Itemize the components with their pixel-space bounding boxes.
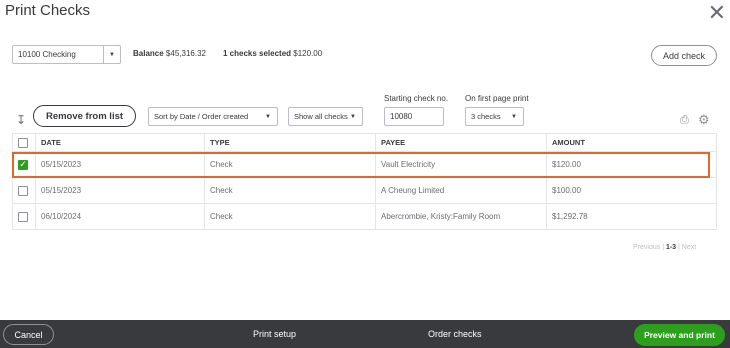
show-checks-dropdown[interactable]: Show all checks ▼ xyxy=(288,107,363,126)
dialog-title: Print Checks xyxy=(5,2,91,19)
selection-summary: 1 checks selected $120.00 xyxy=(223,49,322,58)
starting-check-input[interactable]: 10080 xyxy=(384,107,444,126)
cell-date: 06/10/2024 xyxy=(35,203,205,230)
show-checks-value: Show all checks xyxy=(294,112,348,121)
footer-bar: Cancel Print setup Order checks Preview … xyxy=(0,320,730,348)
cell-amount: $1,292.78 xyxy=(546,203,717,230)
printer-icon[interactable]: ⎙ xyxy=(680,114,689,127)
pager-previous[interactable]: Previous xyxy=(633,244,660,251)
row-checkbox-cell[interactable] xyxy=(12,203,36,230)
balance-summary: Balance $45,316.32 xyxy=(133,49,206,58)
sort-dropdown-value: Sort by Date / Order created xyxy=(154,112,249,121)
chevron-down-icon: ▼ xyxy=(103,46,120,63)
row-checkbox[interactable] xyxy=(18,185,28,196)
order-checks-link[interactable]: Order checks xyxy=(428,329,482,339)
header-amount[interactable]: AMOUNT xyxy=(546,133,717,152)
cell-type: Check xyxy=(204,151,376,178)
select-all-cell[interactable] xyxy=(12,133,36,152)
chevron-down-icon: ▼ xyxy=(511,113,517,120)
select-all-checkbox[interactable] xyxy=(18,137,28,148)
table-row[interactable]: ✓ 05/15/2023 Check Vault Electricity $12… xyxy=(12,151,717,178)
cell-date: 05/15/2023 xyxy=(35,177,205,204)
cancel-button[interactable]: Cancel xyxy=(3,324,54,345)
header-type[interactable]: TYPE xyxy=(204,133,376,152)
gear-icon[interactable]: ⚙ xyxy=(698,112,710,128)
selected-value: $120.00 xyxy=(293,49,323,58)
first-page-label: On first page print xyxy=(465,94,529,103)
cell-payee: Abercrombie, Kristy:Family Room xyxy=(375,203,547,230)
first-page-count-value: 3 checks xyxy=(471,112,501,121)
add-check-button[interactable]: Add check xyxy=(651,45,717,66)
pager-range: 1-3 xyxy=(665,244,677,251)
cell-amount: $100.00 xyxy=(546,177,717,204)
table-row[interactable]: 05/15/2023 Check A Cheung Limited $100.0… xyxy=(12,177,717,204)
cell-date: 05/15/2023 xyxy=(35,151,205,178)
cell-payee: Vault Electricity xyxy=(375,151,547,178)
pager-next[interactable]: Next xyxy=(682,244,696,251)
pagination: Previous | 1-3 | Next xyxy=(633,244,697,251)
cell-type: Check xyxy=(204,177,376,204)
starting-check-label: Starting check no. xyxy=(384,94,449,103)
cell-amount: $120.00 xyxy=(546,151,717,178)
chevron-down-icon: ▼ xyxy=(350,113,356,120)
remove-from-list-button[interactable]: Remove from list xyxy=(33,105,136,127)
table-row[interactable]: 06/10/2024 Check Abercrombie, Kristy:Fam… xyxy=(12,203,717,230)
account-select[interactable]: 10100 Checking ▼ xyxy=(12,45,121,64)
selected-label: 1 checks selected xyxy=(223,49,292,58)
close-icon[interactable]: ✕ xyxy=(708,0,726,26)
row-checkbox[interactable]: ✓ xyxy=(18,159,28,170)
cell-type: Check xyxy=(204,203,376,230)
row-checkbox-cell[interactable]: ✓ xyxy=(12,151,36,178)
balance-value: $45,316.32 xyxy=(165,49,206,58)
header-date[interactable]: DATE xyxy=(35,133,205,152)
checks-table: DATE TYPE PAYEE AMOUNT ✓ 05/15/2023 Chec… xyxy=(12,133,717,230)
row-checkbox-cell[interactable] xyxy=(12,177,36,204)
checkmark-icon: ✓ xyxy=(19,159,27,169)
sort-dropdown[interactable]: Sort by Date / Order created ▼ xyxy=(148,107,278,126)
balance-label: Balance xyxy=(133,49,164,58)
cell-payee: A Cheung Limited xyxy=(375,177,547,204)
table-header-row: DATE TYPE PAYEE AMOUNT xyxy=(12,133,717,152)
chevron-down-icon: ▼ xyxy=(265,113,271,120)
account-select-value: 10100 Checking xyxy=(18,50,76,59)
row-checkbox[interactable] xyxy=(18,211,28,222)
header-payee[interactable]: PAYEE xyxy=(375,133,547,152)
first-page-count-dropdown[interactable]: 3 checks ▼ xyxy=(465,107,524,126)
sort-arrow-icon[interactable]: ↧ xyxy=(16,113,26,127)
print-setup-link[interactable]: Print setup xyxy=(253,329,296,339)
preview-and-print-button[interactable]: Preview and print xyxy=(634,324,725,346)
